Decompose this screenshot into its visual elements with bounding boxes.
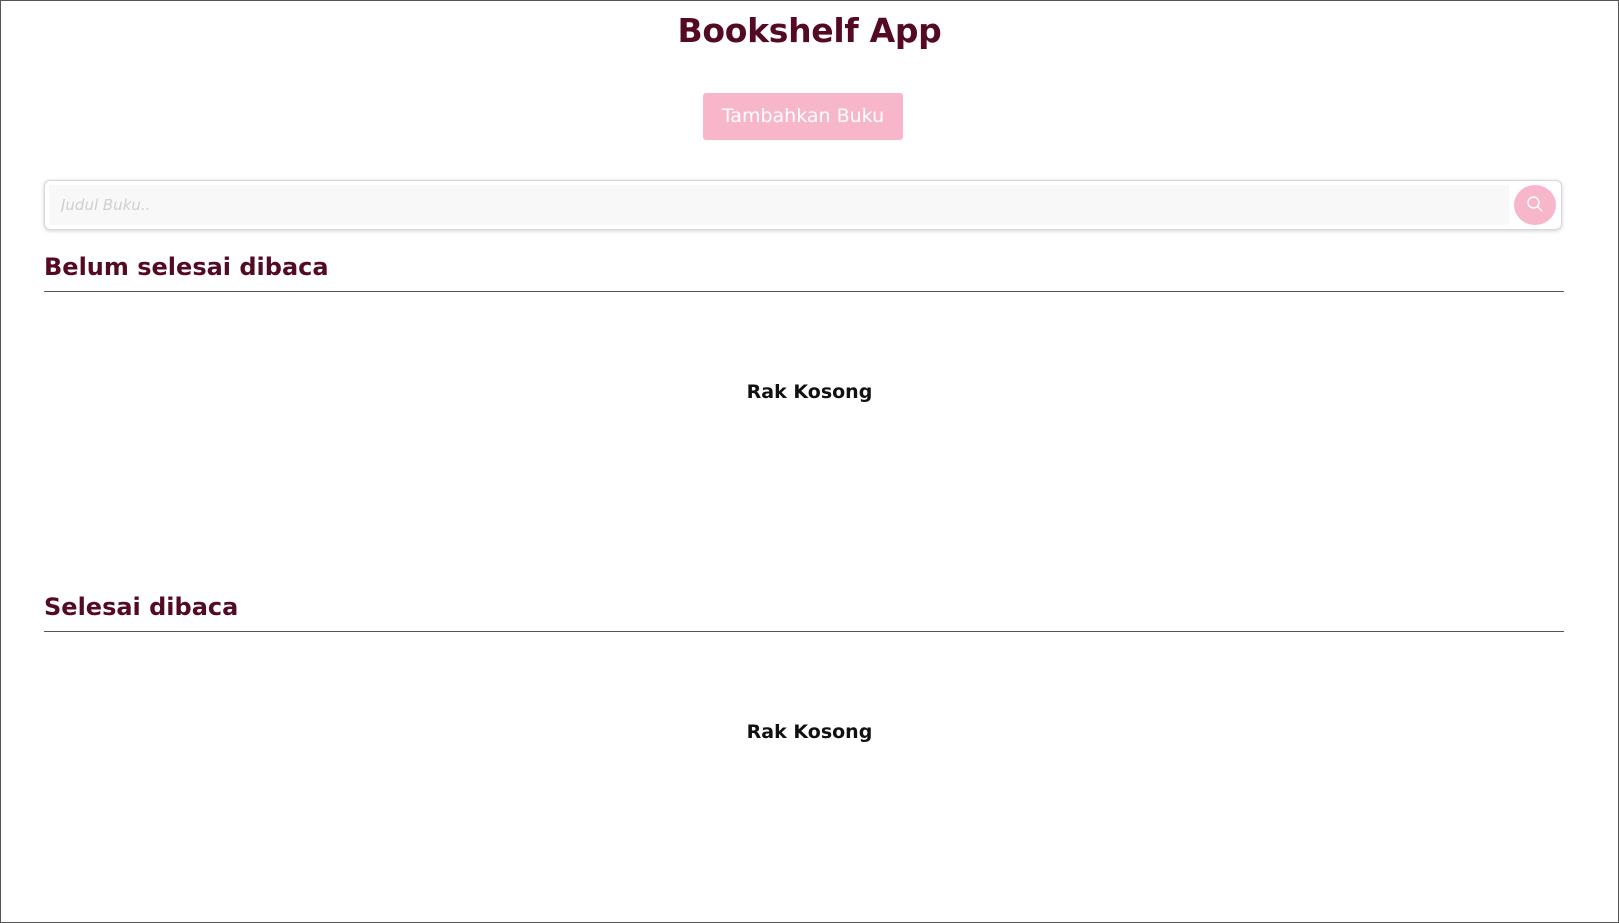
search-icon: [1526, 195, 1544, 216]
add-book-button[interactable]: Tambahkan Buku: [703, 93, 903, 140]
search-bar: [44, 180, 1562, 230]
search-button[interactable]: [1514, 185, 1556, 225]
empty-shelf-text: Rak Kosong: [746, 381, 873, 403]
shelf-divider: [44, 631, 1564, 632]
shelf-heading-unread: Belum selesai dibaca: [44, 253, 329, 281]
bookshelf-page: Bookshelf App Tambahkan Buku Belum seles…: [1, 1, 1618, 922]
app-title: Bookshelf App: [677, 11, 942, 50]
shelf-divider: [44, 291, 1564, 292]
empty-shelf-text: Rak Kosong: [746, 721, 873, 743]
search-input[interactable]: [49, 185, 1509, 225]
shelf-heading-read: Selesai dibaca: [44, 593, 239, 621]
